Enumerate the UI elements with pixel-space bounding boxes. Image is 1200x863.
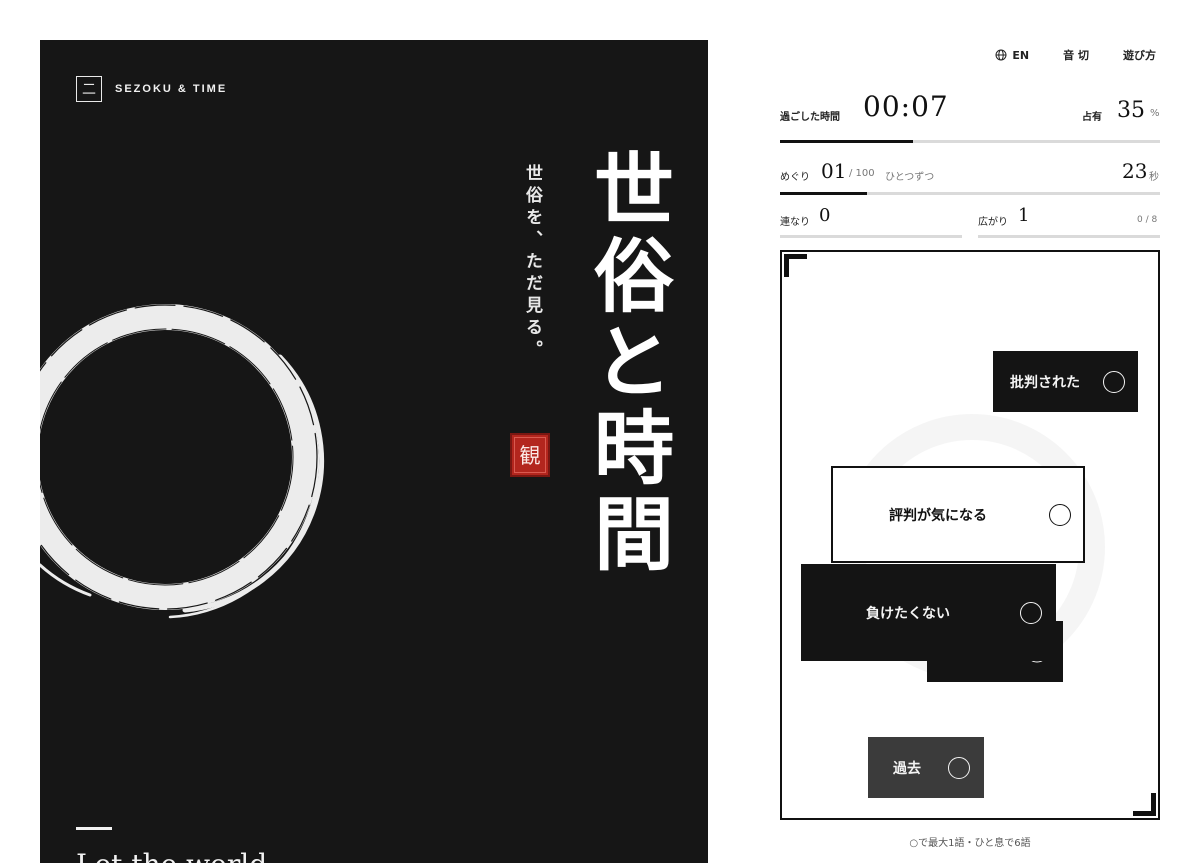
word-card[interactable]: 批判された [993, 351, 1138, 412]
brand-name: SEZOKU & TIME [115, 83, 228, 95]
top-nav: EN 音 切 遊び方 [995, 47, 1156, 63]
round-mode: ひとつずつ [885, 172, 935, 183]
elapsed-row: 過ごした時間 00:07 占有 35 % [780, 88, 1160, 148]
countdown-value: 23 [1122, 159, 1148, 183]
main-title: 世俗と時間 [581, 148, 675, 578]
how-to-play-link[interactable]: 遊び方 [1123, 47, 1156, 63]
chain-underline [780, 235, 962, 238]
language-toggle[interactable]: EN [995, 49, 1029, 62]
sound-toggle[interactable]: 音 切 [1063, 47, 1089, 63]
section-divider [76, 827, 112, 830]
spread-ratio: 0 / 8 [1137, 215, 1158, 225]
chain-value: 0 [819, 205, 831, 226]
word-card[interactable]: 評判が気になる [831, 466, 1085, 563]
elapsed-time: 00:07 [863, 90, 949, 123]
share-value: 35 [1117, 98, 1145, 123]
round-progress-fill [780, 192, 868, 195]
circle-icon[interactable] [1049, 503, 1071, 526]
seal-stamp: 観 [510, 433, 550, 477]
hero-panel: 二 SEZOKU & TIME 世俗と時間 世俗を、ただ見る。 観 Let th… [40, 40, 708, 863]
round-row: めぐり 01 / 100 ひとつずつ 23 秒 [780, 150, 1160, 196]
game-board[interactable]: 批判された 評判が気になる 負けたくない 過去 [780, 250, 1160, 820]
word-card-label: 負けたくない [866, 605, 950, 622]
chain-spread-row: 連なり 0 広がり 1 0 / 8 [780, 204, 1160, 240]
word-card[interactable]: 負けたくない [801, 564, 1056, 661]
round-value: 01 [821, 159, 847, 183]
tagline: 世俗を、ただ見る。 [522, 164, 542, 362]
share-unit: % [1150, 108, 1160, 119]
spread-value: 1 [1018, 205, 1030, 226]
logo-mark-icon: 二 [76, 76, 102, 102]
chain-label: 連なり [780, 217, 810, 228]
spread-label: 広がり [978, 217, 1008, 228]
round-progress-bar [780, 192, 1160, 195]
intro-heading: Let the world [76, 848, 267, 863]
instruction-hint: ○で最大1語・ひと息で6語 [909, 838, 1031, 849]
word-card-label: 批判された [1010, 374, 1080, 391]
enso-circle-icon [40, 304, 325, 619]
share-label: 占有 [1082, 112, 1102, 123]
word-card-label: 過去 [893, 760, 921, 777]
round-total: / 100 [849, 168, 875, 179]
brand-logo[interactable]: 二 SEZOKU & TIME [76, 76, 227, 102]
circle-icon[interactable] [948, 756, 970, 779]
circle-icon[interactable] [1020, 601, 1042, 624]
share-progress-fill [780, 140, 913, 143]
share-progress-bar [780, 140, 1160, 143]
language-label: EN [1012, 48, 1030, 62]
board-corner-mark [1133, 793, 1156, 816]
countdown-unit: 秒 [1149, 172, 1159, 183]
elapsed-label: 過ごした時間 [780, 112, 840, 123]
board-corner-mark [784, 254, 807, 277]
spread-underline [978, 235, 1160, 238]
word-card[interactable]: 過去 [868, 737, 984, 798]
round-label: めぐり [780, 172, 810, 183]
globe-icon [995, 49, 1007, 61]
circle-icon[interactable] [1103, 370, 1125, 393]
word-card-label: 評判が気になる [889, 507, 987, 524]
